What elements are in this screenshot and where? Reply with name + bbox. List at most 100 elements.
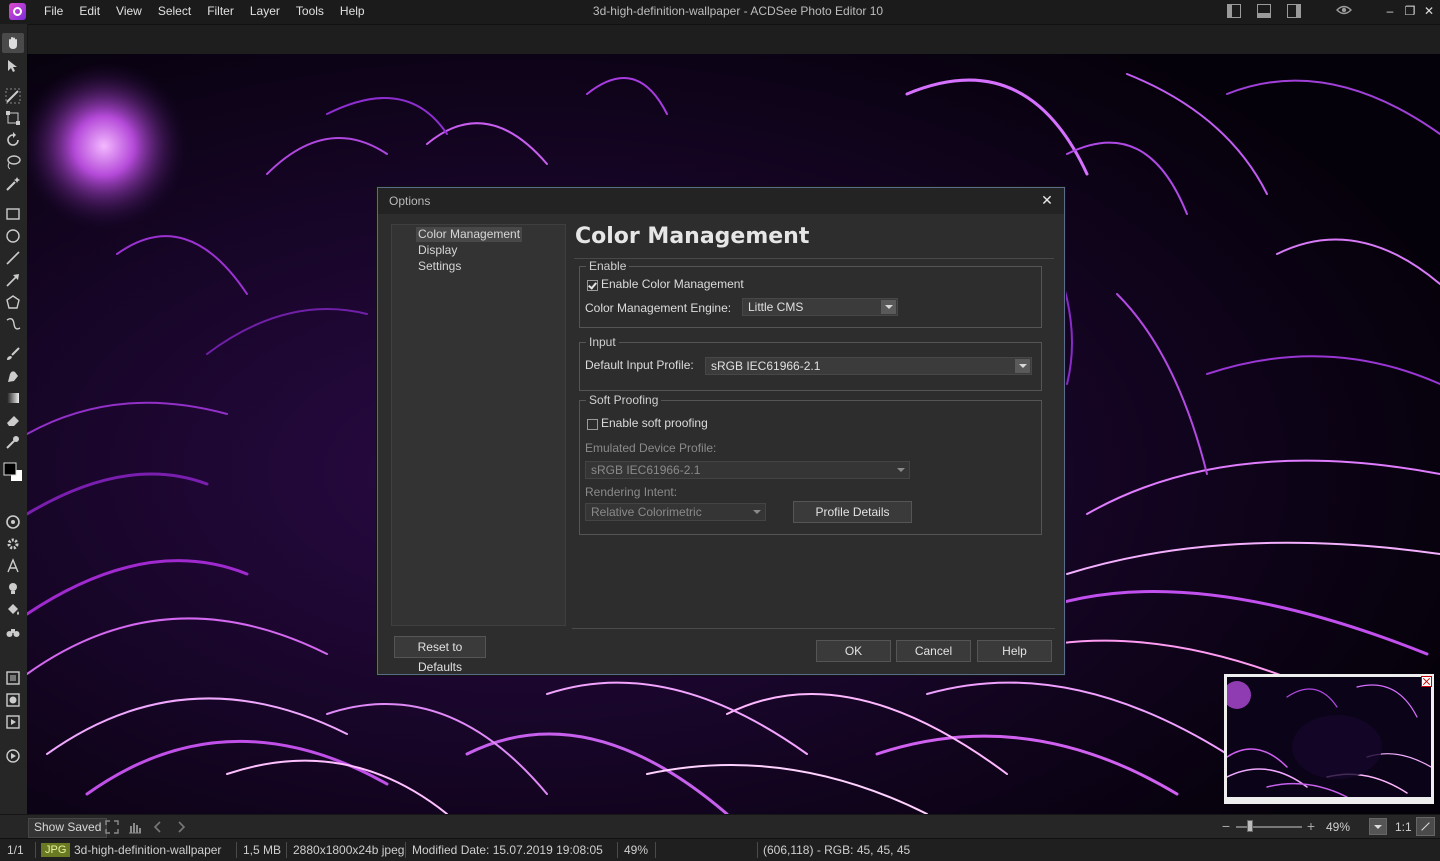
cancel-button[interactable]: Cancel	[896, 640, 971, 662]
layer-square-icon[interactable]	[5, 670, 21, 686]
enable-color-management-checkbox[interactable]	[587, 280, 598, 291]
next-image-icon[interactable]	[174, 820, 188, 834]
status-separator	[35, 842, 36, 858]
chevron-down-icon	[749, 505, 764, 519]
line-icon[interactable]	[5, 250, 21, 266]
title-bar: File Edit View Select Filter Layer Tools…	[0, 0, 1440, 25]
curve-icon[interactable]	[5, 316, 21, 332]
rectangle-icon[interactable]	[5, 206, 21, 222]
layout-right-panel-icon[interactable]	[1287, 4, 1301, 18]
show-saved-button[interactable]: Show Saved	[28, 818, 108, 838]
rendering-intent-select[interactable]: Relative Colorimetric	[585, 503, 766, 521]
text-icon[interactable]	[5, 558, 21, 574]
ok-button[interactable]: OK	[816, 640, 891, 662]
layout-bottom-panel-icon[interactable]	[1257, 4, 1271, 18]
select-arrow-icon[interactable]	[5, 58, 21, 74]
actual-size-button[interactable]: 1:1	[1395, 820, 1412, 834]
color-swatches-icon[interactable]	[3, 460, 23, 482]
status-separator	[286, 842, 287, 858]
nav-item-display[interactable]: Display	[416, 243, 459, 258]
bottom-toolbar: Show Saved − + 49% 1:1	[0, 814, 1440, 839]
gear-icon[interactable]	[5, 536, 21, 552]
nav-item-settings[interactable]: Settings	[416, 259, 463, 274]
enable-color-management-label[interactable]: Enable Color Management	[601, 277, 744, 291]
menu-edit[interactable]: Edit	[71, 0, 108, 24]
enable-soft-proofing-checkbox[interactable]	[587, 419, 598, 430]
status-separator	[405, 842, 406, 858]
dialog-close-icon[interactable]: ✕	[1038, 191, 1056, 209]
rotate-icon[interactable]	[5, 132, 21, 148]
eye-icon[interactable]	[1336, 4, 1352, 16]
help-button[interactable]: Help	[977, 640, 1052, 662]
eyedropper-icon[interactable]	[5, 434, 21, 450]
profile-details-button[interactable]: Profile Details	[793, 501, 912, 523]
chevron-down-icon	[893, 463, 908, 477]
engine-select[interactable]: Little CMS	[742, 298, 898, 316]
window-title: 3d-high-definition-wallpaper - ACDSee Ph…	[592, 4, 884, 18]
smudge-icon[interactable]	[5, 368, 21, 384]
lasso-icon[interactable]	[5, 154, 21, 170]
navigator-close-icon[interactable]	[1421, 676, 1432, 687]
enable-group-label: Enable	[586, 259, 630, 273]
arrow-line-icon[interactable]	[5, 272, 21, 288]
soft-proofing-group-label: Soft Proofing	[586, 393, 662, 407]
soft-proofing-group: Soft Proofing Enable soft proofing Emula…	[579, 393, 1042, 535]
emulated-device-profile-select[interactable]: sRGB IEC61966-2.1	[585, 461, 910, 479]
zoom-slider-handle[interactable]	[1247, 820, 1253, 832]
default-input-profile-value: sRGB IEC61966-2.1	[711, 359, 821, 373]
eraser-icon[interactable]	[5, 412, 21, 428]
zoom-out-button[interactable]: −	[1220, 818, 1232, 834]
previous-image-icon[interactable]	[151, 820, 165, 834]
menu-select[interactable]: Select	[150, 0, 199, 24]
binoculars-icon[interactable]	[5, 624, 21, 640]
adjustment-icon[interactable]	[5, 514, 21, 530]
histogram-icon[interactable]	[128, 820, 142, 834]
paint-brush-icon[interactable]	[5, 346, 21, 362]
nav-item-color-management[interactable]: Color Management	[416, 227, 523, 242]
layer-circle-icon[interactable]	[5, 692, 21, 708]
enable-soft-proofing-label[interactable]: Enable soft proofing	[601, 416, 708, 430]
menu-tools[interactable]: Tools	[288, 0, 332, 24]
hand-icon[interactable]	[2, 33, 24, 53]
play-circle-icon[interactable]	[5, 748, 21, 764]
file-name: 3d-high-definition-wallpaper	[74, 843, 222, 857]
navigator-thumbnail[interactable]	[1227, 677, 1431, 797]
menu-help[interactable]: Help	[332, 0, 373, 24]
chevron-down-icon[interactable]	[1015, 359, 1030, 373]
dialog-title-bar[interactable]: Options ✕	[378, 188, 1064, 214]
tools-toolbar	[0, 24, 28, 814]
gradient-icon[interactable]	[5, 390, 21, 406]
format-badge: JPG	[41, 843, 71, 857]
layout-left-panel-icon[interactable]	[1227, 4, 1241, 18]
menu-layer[interactable]: Layer	[242, 0, 288, 24]
brush-select-icon[interactable]	[5, 88, 21, 104]
fit-to-window-button[interactable]	[1416, 817, 1435, 836]
transform-icon[interactable]	[5, 110, 21, 126]
enable-group: Enable Enable Color Management Color Man…	[579, 259, 1042, 328]
minimize-button[interactable]: –	[1379, 0, 1401, 24]
ellipse-icon[interactable]	[5, 228, 21, 244]
status-separator	[655, 842, 656, 858]
emulated-device-profile-label: Emulated Device Profile:	[585, 441, 717, 455]
menu-view[interactable]: View	[108, 0, 150, 24]
page-counter: 1/1	[7, 843, 24, 857]
zoom-dropdown[interactable]	[1369, 818, 1387, 835]
menu-file[interactable]: File	[36, 0, 71, 24]
zoom-slider-track[interactable]	[1236, 826, 1302, 828]
chevron-down-icon[interactable]	[881, 300, 896, 314]
polygon-icon[interactable]	[5, 294, 21, 310]
play-square-icon[interactable]	[5, 714, 21, 730]
default-input-profile-select[interactable]: sRGB IEC61966-2.1	[705, 357, 1032, 375]
fullscreen-icon[interactable]	[105, 820, 119, 834]
bucket-icon[interactable]	[5, 602, 21, 618]
zoom-in-button[interactable]: +	[1305, 818, 1317, 834]
close-window-button[interactable]: ✕	[1418, 0, 1440, 24]
pixel-info: (606,118) - RGB: 45, 45, 45	[763, 843, 911, 857]
options-dialog: Options ✕ Color Management Display Setti…	[377, 187, 1065, 675]
app-logo-icon[interactable]	[9, 3, 26, 20]
menu-filter[interactable]: Filter	[199, 0, 242, 24]
light-bulb-icon[interactable]	[5, 580, 21, 596]
magic-wand-icon[interactable]	[5, 176, 21, 192]
navigator-panel[interactable]	[1224, 674, 1434, 804]
reset-to-defaults-button[interactable]: Reset to Defaults	[394, 636, 486, 674]
